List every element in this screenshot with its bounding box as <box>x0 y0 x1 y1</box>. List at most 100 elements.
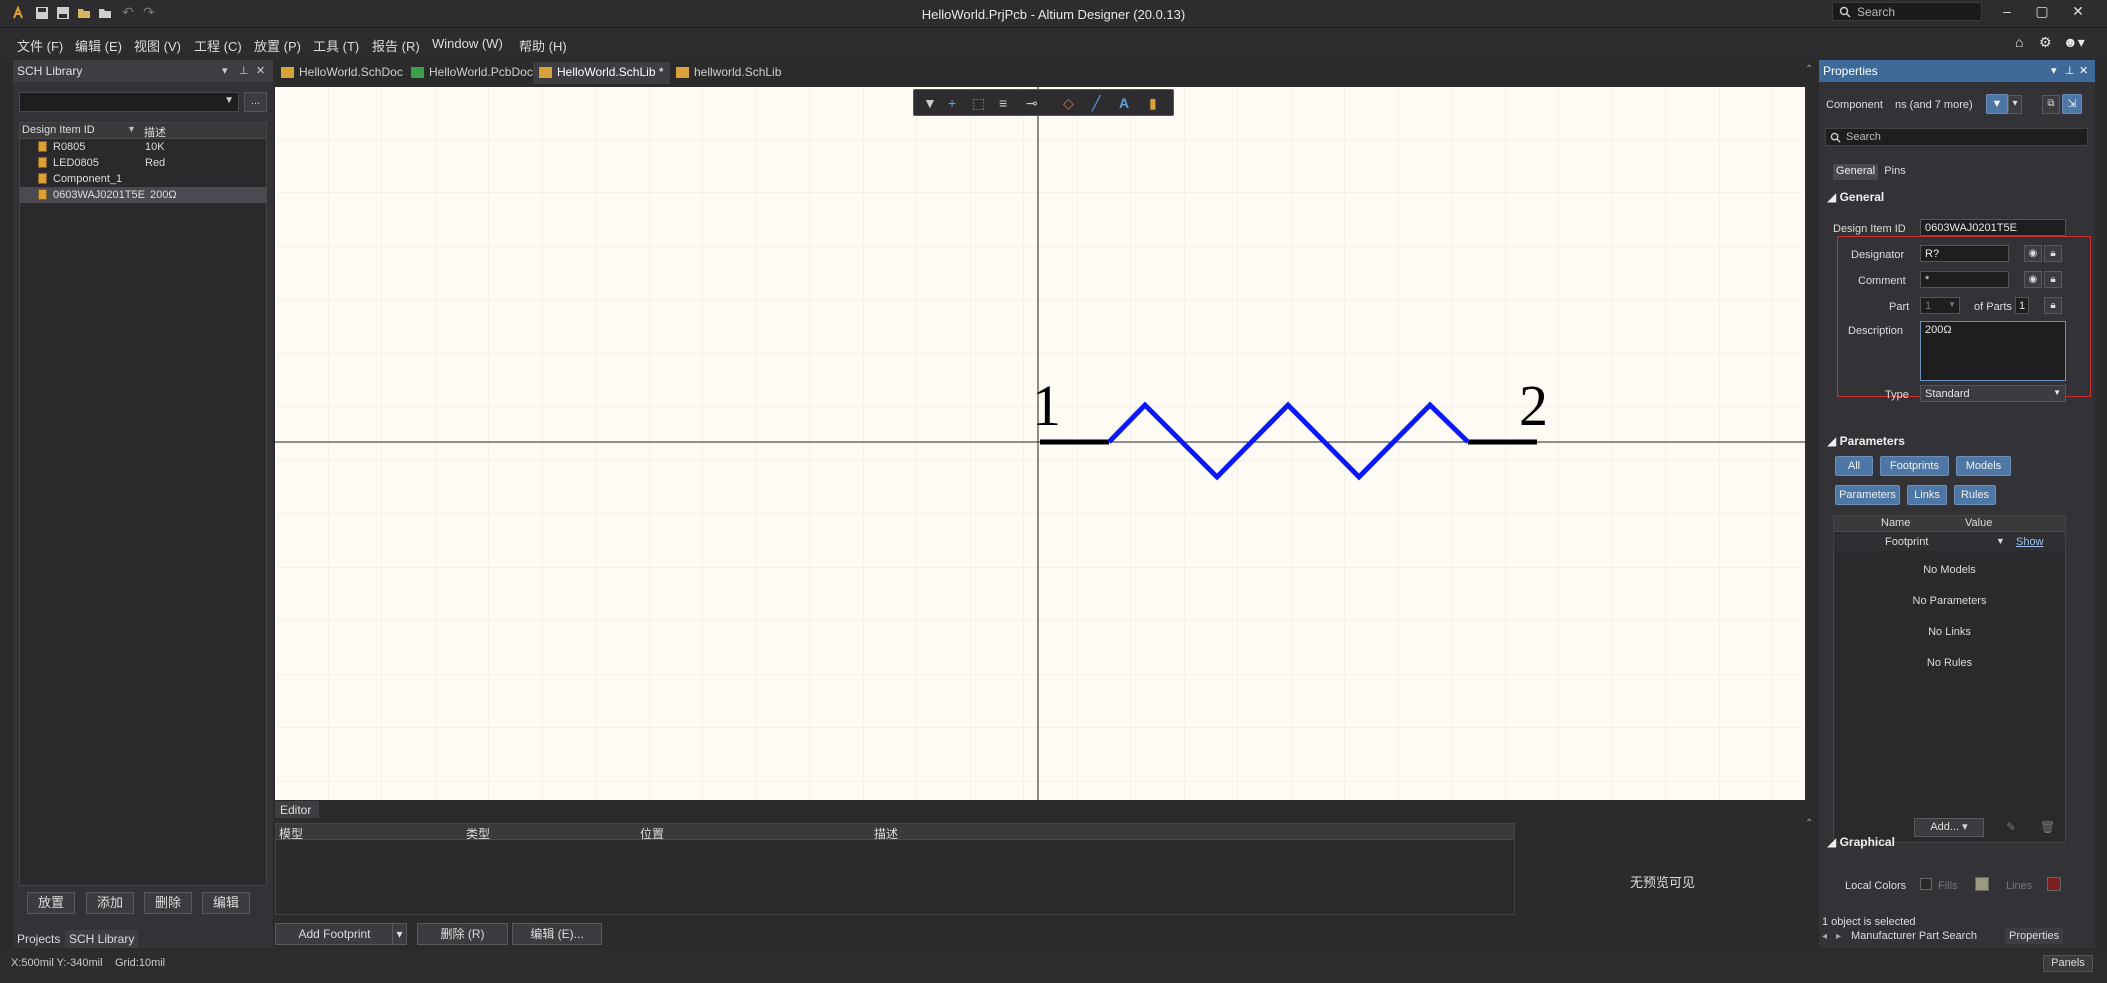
graphical-section-header[interactable]: ◢ Graphical <box>1827 835 1895 849</box>
add-footprint-button[interactable]: Add Footprint <box>275 923 394 945</box>
close-icon[interactable]: ✕ <box>2079 64 2088 77</box>
chevron-down-icon[interactable]: ▼ <box>1996 536 2005 546</box>
library-filter-combo[interactable]: ▼ <box>19 92 239 112</box>
fills-color-swatch[interactable] <box>1975 877 1989 891</box>
tab-helloworld-schdoc[interactable]: HelloWorld.SchDoc <box>275 62 409 84</box>
chip-rules[interactable]: Rules <box>1954 485 1996 505</box>
tab-helloworld-schlib[interactable]: HelloWorld.SchLib * <box>533 62 670 84</box>
list-item[interactable]: Component_1 <box>20 171 266 187</box>
tab-properties[interactable]: Properties <box>2005 928 2064 944</box>
panel-menu-icon[interactable]: ▾ <box>2051 64 2057 77</box>
editor-tab[interactable]: Editor <box>275 801 319 818</box>
menu-help[interactable]: 帮助 (H) <box>519 36 567 55</box>
column-description[interactable]: 描述 <box>874 825 898 842</box>
panels-button[interactable]: Panels <box>2043 955 2093 972</box>
edit-model-button[interactable]: 编辑 (E)... <box>512 923 602 945</box>
menu-view[interactable]: 视图 (V) <box>134 36 181 55</box>
fills-checkbox[interactable] <box>1920 878 1932 890</box>
chip-footprints[interactable]: Footprints <box>1880 456 1949 476</box>
add-parameter-button[interactable]: Add... ▾ <box>1914 818 1984 837</box>
lines-color-swatch[interactable] <box>2047 877 2061 891</box>
designator-field[interactable]: R? <box>1920 245 2009 262</box>
pin-icon[interactable]: ⊥ <box>239 64 249 77</box>
delete-model-button[interactable]: 删除 (R) <box>417 923 508 945</box>
menu-file[interactable]: 文件 (F) <box>17 36 63 55</box>
place-text-icon[interactable]: A <box>1119 95 1129 111</box>
column-description[interactable]: 描述 <box>144 124 166 140</box>
global-search-input[interactable]: Search <box>1832 2 1982 21</box>
component-icon[interactable]: ▮ <box>1149 95 1157 112</box>
general-section-header[interactable]: ◢ General <box>1827 190 1884 204</box>
maximize-button[interactable]: ▢ <box>2032 3 2052 21</box>
chip-links[interactable]: Links <box>1907 485 1947 505</box>
pin-icon[interactable]: ⊥ <box>2065 64 2075 77</box>
menu-project[interactable]: 工程 (C) <box>194 36 242 55</box>
close-window-button[interactable]: ✕ <box>2068 3 2088 21</box>
tab-helloworld-pcbdoc[interactable]: HelloWorld.PcbDoc <box>405 62 539 84</box>
properties-search-input[interactable]: Search <box>1825 128 2088 146</box>
user-account-icon[interactable]: ☻▾ <box>2063 34 2085 51</box>
menu-edit[interactable]: 编辑 (E) <box>75 36 122 55</box>
scroll-right-icon[interactable]: ▸ <box>1836 931 1841 942</box>
select-mask-icon[interactable]: ⧉ <box>2042 95 2060 114</box>
close-icon[interactable]: ✕ <box>256 64 265 77</box>
parameters-section-header[interactable]: ◢ Parameters <box>1827 434 1905 448</box>
tab-general[interactable]: General <box>1833 164 1878 180</box>
lock-icon[interactable]: 🔒︎ <box>2044 297 2062 314</box>
pencil-icon[interactable]: ✎ <box>2006 820 2016 834</box>
show-link[interactable]: Show <box>2016 536 2044 548</box>
filter-dropdown[interactable]: ▾ <box>2008 95 2022 114</box>
list-item[interactable]: LED0805 Red <box>20 155 266 171</box>
column-name[interactable]: Name <box>1881 517 1910 529</box>
menu-window[interactable]: Window (W) <box>432 36 503 51</box>
eye-icon[interactable]: ◉ <box>2024 245 2042 262</box>
place-pin-icon[interactable]: ⊸ <box>1026 95 1038 112</box>
menu-tools[interactable]: 工具 (T) <box>313 36 359 55</box>
align-icon[interactable]: ≡ <box>999 95 1007 111</box>
tab-hellworld-schlib[interactable]: hellworld.SchLib <box>670 62 787 84</box>
erase-icon[interactable]: ◇ <box>1063 95 1074 112</box>
chip-models[interactable]: Models <box>1956 456 2011 476</box>
lock-icon[interactable]: 🔒︎ <box>2044 245 2062 262</box>
select-mode-icon[interactable]: ⇲ <box>2062 94 2082 114</box>
menu-place[interactable]: 放置 (P) <box>254 36 301 55</box>
add-footprint-dropdown[interactable]: ▾ <box>392 923 407 945</box>
tab-manufacturer-part-search[interactable]: Manufacturer Part Search <box>1847 928 1981 944</box>
scroll-left-icon[interactable]: ◂ <box>1822 931 1827 942</box>
schematic-canvas[interactable]: 1 2 <box>275 87 1805 800</box>
tab-pins[interactable]: Pins <box>1879 164 1911 180</box>
filter-icon[interactable]: ▼ <box>923 95 937 111</box>
gear-icon[interactable]: ⚙ <box>2039 34 2052 51</box>
table-row[interactable]: Footprint ▼ Show <box>1834 534 2065 551</box>
panel-menu-icon[interactable]: ▾ <box>222 64 228 77</box>
column-design-item-id[interactable]: Design Item ID <box>22 124 95 136</box>
description-field[interactable]: 200Ω <box>1920 321 2066 381</box>
add-button[interactable]: 添加 <box>86 892 134 914</box>
minimize-button[interactable]: – <box>1997 3 2017 21</box>
select-rectangle-icon[interactable]: ⬚ <box>972 95 985 112</box>
crosshair-icon[interactable]: + <box>948 95 956 111</box>
lock-icon[interactable]: 🔒︎ <box>2044 271 2062 288</box>
place-line-icon[interactable]: ╱ <box>1092 95 1100 112</box>
home-icon[interactable]: ⌂ <box>2015 34 2023 50</box>
list-item[interactable]: R0805 10K <box>20 139 266 155</box>
column-location[interactable]: 位置 <box>640 825 664 842</box>
list-item-selected[interactable]: 0603WAJ0201T5E 200Ω <box>20 187 266 203</box>
type-select[interactable]: Standard ▼ <box>1920 385 2066 402</box>
place-button[interactable]: 放置 <box>27 892 75 914</box>
collapse-chevron-icon[interactable]: ⌃ <box>1805 64 1813 75</box>
chip-parameters[interactable]: Parameters <box>1835 485 1900 505</box>
chip-all[interactable]: All <box>1835 456 1873 476</box>
tab-sch-library[interactable]: SCH Library <box>65 930 139 948</box>
column-model[interactable]: 模型 <box>279 825 303 842</box>
collapse-chevron-icon[interactable]: ⌃ <box>1805 818 1813 829</box>
library-browse-button[interactable]: ... <box>244 92 267 112</box>
filter-button[interactable]: ▼ <box>1986 94 2008 114</box>
tab-projects[interactable]: Projects <box>13 930 64 948</box>
comment-field[interactable]: * <box>1920 271 2009 288</box>
column-type[interactable]: 类型 <box>466 825 490 842</box>
delete-button[interactable]: 删除 <box>144 892 192 914</box>
trash-icon[interactable]: 🗑︎ <box>2040 820 2055 834</box>
column-value[interactable]: Value <box>1965 517 1992 529</box>
menu-reports[interactable]: 报告 (R) <box>372 36 420 55</box>
